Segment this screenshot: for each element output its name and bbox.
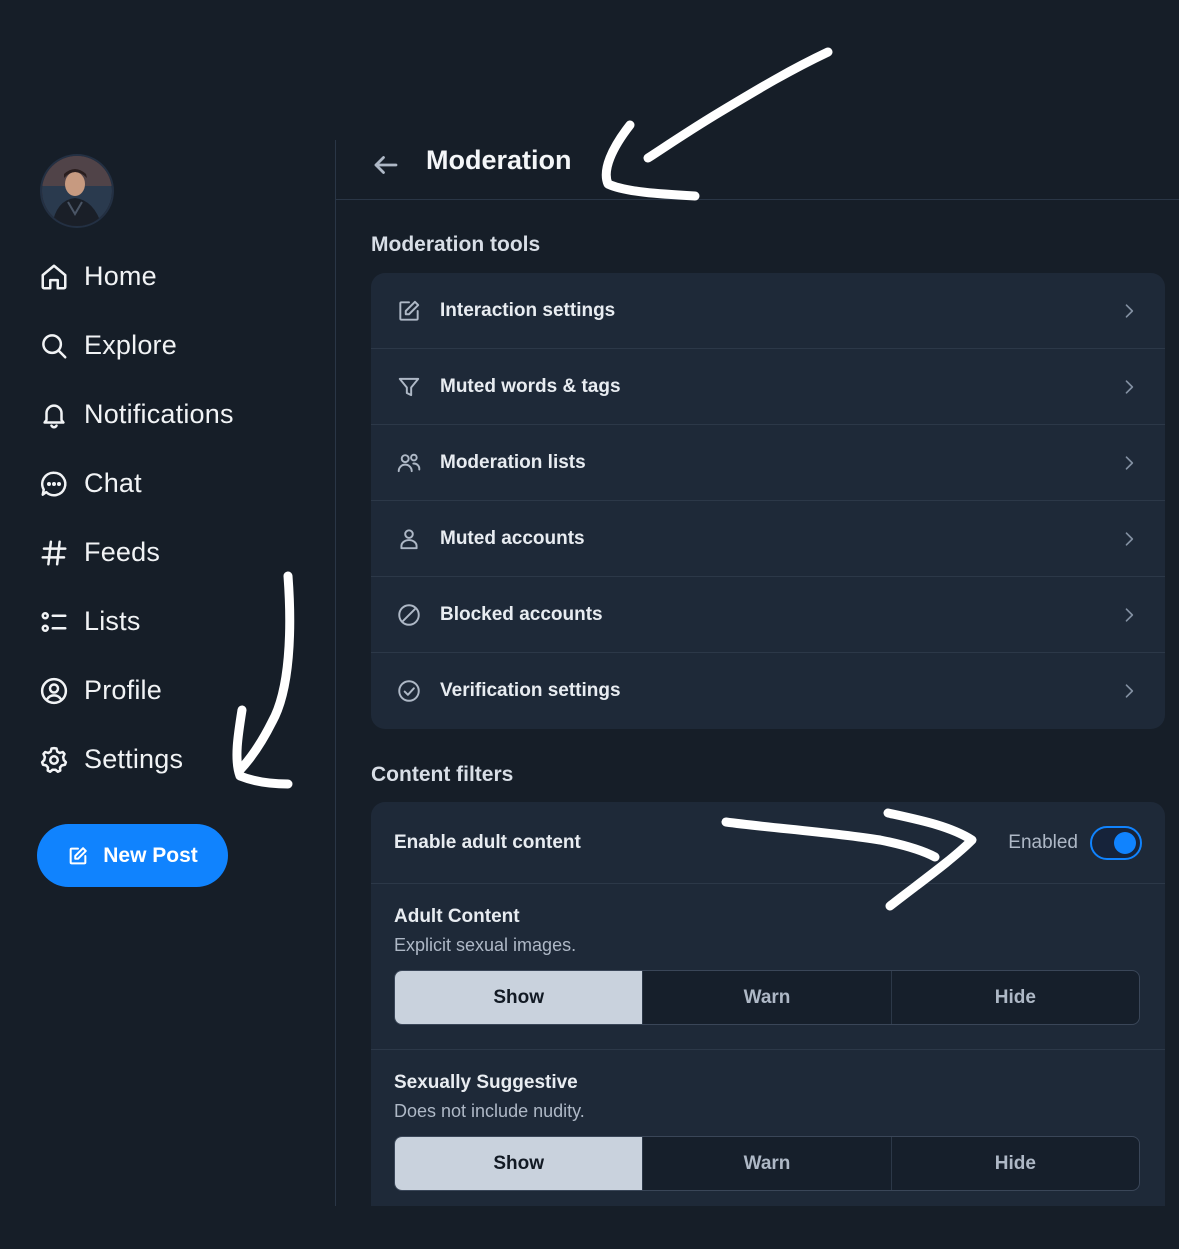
chat-bubble-icon — [38, 468, 70, 500]
blocked-circle-icon — [395, 601, 423, 629]
nav-label-home: Home — [84, 261, 157, 291]
verification-settings-row[interactable]: Verification settings — [371, 653, 1165, 729]
sidebar-nav: Home Explore Notifications Chat Feeds Li… — [38, 242, 318, 794]
row-label: Blocked accounts — [440, 603, 603, 625]
list-icon — [38, 606, 70, 638]
back-button[interactable] — [369, 148, 403, 182]
moderation-tools-heading: Moderation tools — [371, 233, 541, 256]
bell-icon — [38, 399, 70, 431]
nav-label-lists: Lists — [84, 606, 141, 636]
adult-content-toggle-label: Enable adult content — [394, 831, 581, 853]
nav-label-feeds: Feeds — [84, 537, 161, 567]
option-show[interactable]: Show — [395, 971, 644, 1024]
option-hide[interactable]: Hide — [892, 1137, 1139, 1190]
option-warn[interactable]: Warn — [643, 971, 892, 1024]
check-circle-icon — [395, 677, 423, 705]
interaction-settings-row[interactable]: Interaction settings — [371, 273, 1165, 349]
nav-item-settings[interactable]: Settings — [38, 725, 318, 794]
filter-description: Explicit sexual images. — [394, 935, 577, 955]
toggle-state-label: Enabled — [1008, 831, 1078, 853]
nav-label-settings: Settings — [84, 744, 184, 774]
filter-segmented-control: Show Warn Hide — [394, 970, 1140, 1025]
user-circle-icon — [38, 675, 70, 707]
nav-label-notifications: Notifications — [84, 399, 234, 429]
blocked-accounts-row[interactable]: Blocked accounts — [371, 577, 1165, 653]
moderation-lists-row[interactable]: Moderation lists — [371, 425, 1165, 501]
sidebar: Home Explore Notifications Chat Feeds Li… — [0, 0, 335, 1249]
row-label: Moderation lists — [440, 451, 586, 473]
nav-item-notifications[interactable]: Notifications — [38, 380, 318, 449]
content-filters-heading: Content filters — [371, 763, 514, 786]
chevron-right-icon — [1119, 681, 1139, 701]
search-icon — [38, 330, 70, 362]
filter-adult-content: Adult Content Explicit sexual images. Sh… — [371, 884, 1165, 1050]
page-title: Moderation — [426, 145, 572, 175]
person-icon — [395, 525, 423, 553]
compose-icon — [69, 846, 88, 864]
nav-item-feeds[interactable]: Feeds — [38, 518, 318, 587]
adult-content-toggle[interactable] — [1090, 825, 1142, 860]
option-hide[interactable]: Hide — [892, 971, 1139, 1024]
content-filters-card: Enable adult content Enabled Adult Conte… — [371, 802, 1165, 1206]
filter-sexually-suggestive: Sexually Suggestive Does not include nud… — [371, 1050, 1165, 1206]
edit-square-icon — [395, 297, 423, 325]
filter-segmented-control: Show Warn Hide — [394, 1136, 1140, 1191]
chevron-right-icon — [1119, 605, 1139, 625]
chevron-right-icon — [1119, 301, 1139, 321]
toggle-knob — [1114, 831, 1136, 854]
moderation-tools-card: Interaction settings Muted words & tags … — [371, 273, 1165, 729]
nav-item-chat[interactable]: Chat — [38, 449, 318, 518]
new-post-label: New Post — [103, 843, 198, 867]
arrow-left-icon — [374, 156, 398, 174]
filter-title: Adult Content — [394, 906, 520, 927]
chevron-right-icon — [1119, 453, 1139, 473]
nav-item-explore[interactable]: Explore — [38, 311, 318, 380]
filter-description: Does not include nudity. — [394, 1101, 585, 1121]
nav-label-chat: Chat — [84, 468, 142, 498]
option-warn[interactable]: Warn — [643, 1137, 892, 1190]
chevron-right-icon — [1119, 377, 1139, 397]
muted-words-row[interactable]: Muted words & tags — [371, 349, 1165, 425]
row-label: Verification settings — [440, 680, 621, 701]
muted-accounts-row[interactable]: Muted accounts — [371, 501, 1165, 577]
nav-item-lists[interactable]: Lists — [38, 587, 318, 656]
people-icon — [395, 449, 423, 477]
nav-label-profile: Profile — [84, 675, 162, 705]
option-show[interactable]: Show — [395, 1137, 644, 1190]
avatar[interactable] — [42, 156, 112, 226]
nav-label-explore: Explore — [84, 330, 177, 360]
chevron-right-icon — [1119, 529, 1139, 549]
home-icon — [38, 261, 70, 293]
row-label: Muted words & tags — [440, 375, 621, 397]
nav-item-home[interactable]: Home — [38, 242, 318, 311]
new-post-button[interactable]: New Post — [37, 824, 228, 887]
hashtag-icon — [38, 537, 70, 569]
gear-icon — [38, 744, 70, 776]
page-header: Moderation — [336, 140, 1179, 200]
nav-item-profile[interactable]: Profile — [38, 656, 318, 725]
adult-content-toggle-row: Enable adult content Enabled — [371, 802, 1165, 884]
filter-funnel-icon — [395, 373, 423, 401]
main-panel: Moderation Moderation tools Interaction … — [336, 0, 1179, 1249]
row-label: Interaction settings — [440, 299, 616, 321]
row-label: Muted accounts — [440, 527, 585, 549]
filter-title: Sexually Suggestive — [394, 1072, 578, 1093]
